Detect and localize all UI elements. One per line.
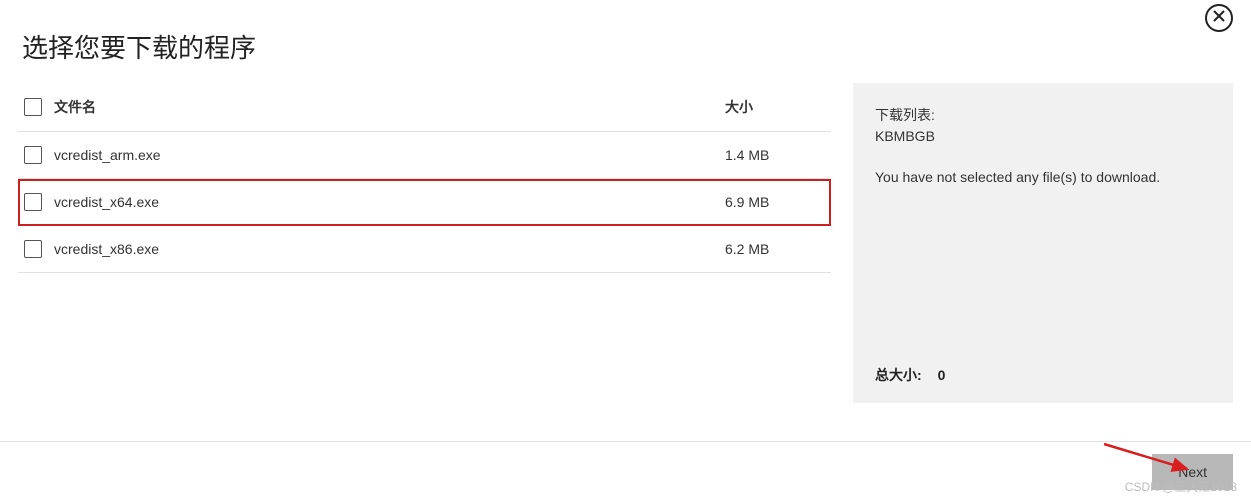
close-icon xyxy=(1213,9,1225,27)
row-checkbox[interactable] xyxy=(24,146,42,164)
close-button[interactable] xyxy=(1205,4,1233,32)
page-title: 选择您要下载的程序 xyxy=(0,0,1251,83)
file-size: 1.4 MB xyxy=(725,147,825,163)
download-list-panel: 下载列表: KBMBGB You have not selected any f… xyxy=(853,83,1233,403)
file-size: 6.9 MB xyxy=(725,194,825,210)
file-list-panel: 文件名 大小 vcredist_arm.exe 1.4 MB vcredist_… xyxy=(18,83,831,403)
row-checkbox[interactable] xyxy=(24,240,42,258)
table-header-row: 文件名 大小 xyxy=(18,83,831,132)
column-header-size: 大小 xyxy=(725,97,825,117)
footer-bar: Next xyxy=(0,441,1251,501)
file-table: 文件名 大小 vcredist_arm.exe 1.4 MB vcredist_… xyxy=(18,83,831,273)
file-name: vcredist_x86.exe xyxy=(54,241,725,257)
file-name: vcredist_arm.exe xyxy=(54,147,725,163)
column-header-name: 文件名 xyxy=(54,97,725,117)
table-row: vcredist_arm.exe 1.4 MB xyxy=(18,132,831,179)
download-list-title: 下载列表: xyxy=(875,105,1211,126)
total-size: 总大小: 0 xyxy=(875,365,1211,385)
select-all-checkbox[interactable] xyxy=(24,98,42,116)
total-size-value: 0 xyxy=(938,367,946,383)
next-button[interactable]: Next xyxy=(1152,454,1233,490)
file-name: vcredist_x64.exe xyxy=(54,194,725,210)
file-size: 6.2 MB xyxy=(725,241,825,257)
download-list-empty-message: You have not selected any file(s) to dow… xyxy=(875,169,1211,185)
download-list-units: KBMBGB xyxy=(875,126,1211,147)
table-row: vcredist_x64.exe 6.9 MB xyxy=(18,179,831,226)
content-area: 文件名 大小 vcredist_arm.exe 1.4 MB vcredist_… xyxy=(0,83,1251,403)
table-row: vcredist_x86.exe 6.2 MB xyxy=(18,226,831,273)
total-size-label: 总大小: xyxy=(875,367,922,383)
row-checkbox[interactable] xyxy=(24,193,42,211)
